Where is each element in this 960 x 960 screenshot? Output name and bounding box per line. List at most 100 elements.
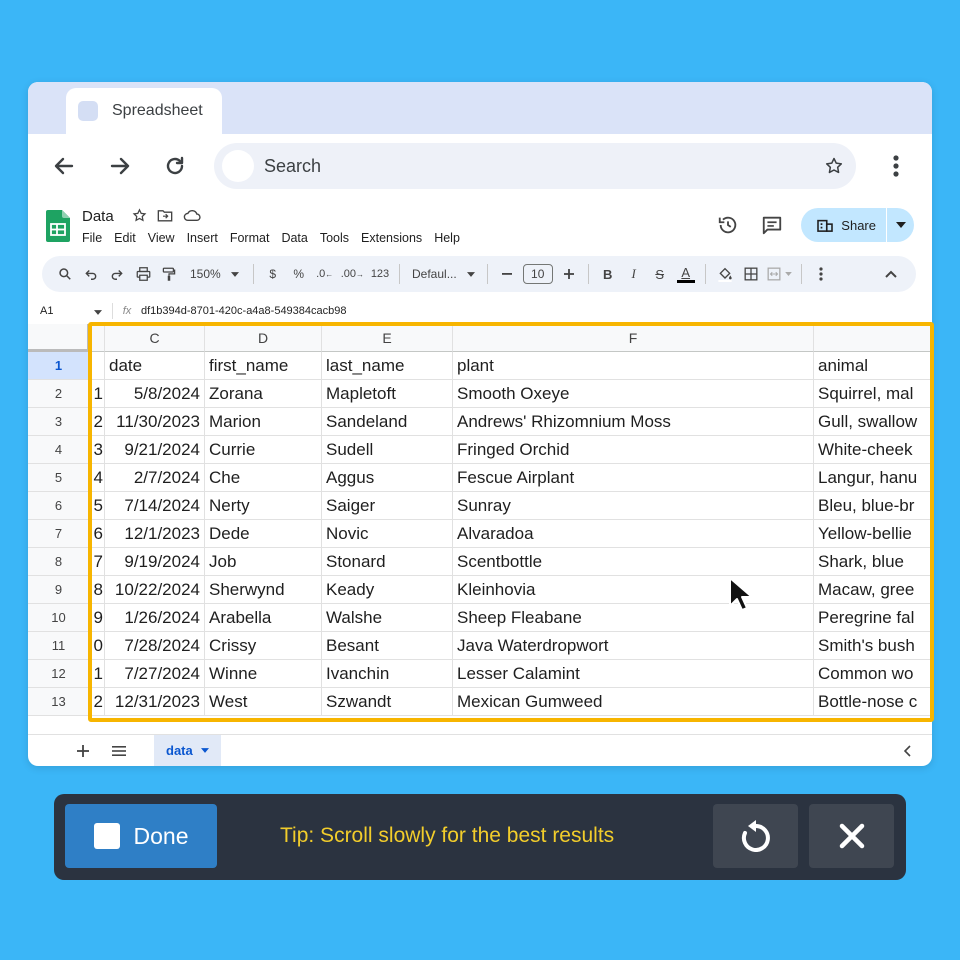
- text-color-button[interactable]: A: [673, 260, 699, 288]
- menu-file[interactable]: File: [82, 231, 102, 245]
- restart-icon: [741, 820, 770, 852]
- collapse-sidebar-icon[interactable]: [892, 744, 922, 757]
- increase-decimal-label: .00: [340, 268, 356, 280]
- menu-insert[interactable]: Insert: [187, 231, 218, 245]
- share-label: Share: [841, 217, 876, 233]
- search-menus-icon[interactable]: [52, 260, 78, 288]
- navigation-bar: Search: [28, 134, 932, 198]
- zoom-select[interactable]: 150%: [182, 260, 247, 288]
- menu-view[interactable]: View: [148, 231, 175, 245]
- tab-title: Spreadsheet: [112, 102, 203, 119]
- font-value: Defaul...: [412, 267, 457, 281]
- row-header[interactable]: 6: [28, 492, 90, 520]
- row-header[interactable]: 7: [28, 520, 90, 548]
- undo-icon[interactable]: [78, 260, 104, 288]
- merge-cells-icon[interactable]: [764, 260, 795, 288]
- done-button[interactable]: Done: [65, 804, 217, 868]
- tab-strip: Spreadsheet: [28, 82, 932, 134]
- row-header[interactable]: 3: [28, 408, 90, 436]
- more-options-icon[interactable]: [808, 260, 834, 288]
- selection-highlight: [88, 322, 934, 722]
- toolbar-divider: [399, 264, 400, 284]
- sheets-header: Data File Edit View Insert Format Data T…: [28, 198, 932, 254]
- address-bar[interactable]: Search: [214, 143, 856, 189]
- increase-decimal-button[interactable]: .00 →: [338, 260, 367, 288]
- increase-font-size-icon[interactable]: [556, 260, 582, 288]
- menu-format[interactable]: Format: [230, 231, 270, 245]
- comments-icon[interactable]: [757, 210, 787, 240]
- toolbar-divider: [587, 264, 589, 284]
- font-size-field[interactable]: 10: [520, 260, 556, 288]
- menu-bar: File Edit View Insert Format Data Tools …: [82, 231, 460, 245]
- zoom-dropdown-icon: [230, 271, 239, 277]
- row-header[interactable]: 2: [28, 380, 90, 408]
- sheets-logo-icon[interactable]: [46, 210, 70, 242]
- bold-button[interactable]: B: [595, 260, 621, 288]
- borders-icon[interactable]: [738, 260, 764, 288]
- decrease-font-size-icon[interactable]: [494, 260, 520, 288]
- formatting-toolbar: 150% $ % .0 ← .00 → 123 Defaul... 10 B I S…: [42, 256, 916, 292]
- name-box-dropdown-icon: [94, 310, 102, 315]
- bookmark-star-icon[interactable]: [816, 156, 852, 176]
- text-color-swatch: [676, 279, 695, 283]
- forward-icon[interactable]: [100, 146, 140, 186]
- row-header[interactable]: 1: [28, 352, 90, 380]
- sheet-tab-data[interactable]: data: [154, 734, 221, 766]
- menu-data[interactable]: Data: [281, 231, 307, 245]
- decrease-decimal-button[interactable]: .0 ←: [312, 260, 338, 288]
- font-dropdown-icon: [466, 271, 475, 277]
- percent-format-button[interactable]: %: [286, 260, 312, 288]
- document-title[interactable]: Data: [82, 208, 114, 225]
- restart-button[interactable]: [713, 804, 798, 868]
- toolbar-divider: [800, 264, 802, 284]
- select-all-corner[interactable]: [28, 324, 90, 352]
- fx-icon: fx: [122, 305, 132, 317]
- add-sheet-icon[interactable]: [68, 744, 98, 757]
- browser-tab[interactable]: Spreadsheet: [66, 88, 222, 134]
- row-header[interactable]: 10: [28, 604, 90, 632]
- font-size-value: 10: [522, 264, 553, 284]
- address-placeholder: Search: [264, 155, 322, 176]
- all-sheets-icon[interactable]: [104, 745, 134, 756]
- close-button[interactable]: [809, 804, 894, 868]
- fill-color-icon[interactable]: [712, 260, 738, 288]
- row-header[interactable]: 12: [28, 660, 90, 688]
- collapse-menus-icon[interactable]: [878, 260, 904, 288]
- browser-menu-icon[interactable]: [876, 146, 916, 186]
- share-dropdown-icon[interactable]: [886, 208, 914, 242]
- menu-edit[interactable]: Edit: [114, 231, 136, 245]
- print-icon[interactable]: [130, 260, 156, 288]
- row-header[interactable]: 4: [28, 436, 90, 464]
- menu-tools[interactable]: Tools: [320, 231, 349, 245]
- more-formats-button[interactable]: 123: [367, 260, 393, 288]
- move-folder-icon[interactable]: [157, 208, 173, 228]
- back-icon[interactable]: [44, 146, 84, 186]
- sheet-tab-dropdown-icon: [200, 748, 209, 753]
- share-button[interactable]: Share: [801, 208, 914, 242]
- reload-icon[interactable]: [155, 146, 195, 186]
- row-header[interactable]: 8: [28, 548, 90, 576]
- menu-help[interactable]: Help: [434, 231, 460, 245]
- done-label: Done: [133, 822, 189, 849]
- name-box[interactable]: A1: [28, 305, 112, 317]
- star-icon[interactable]: [132, 208, 147, 228]
- building-icon: [817, 219, 834, 232]
- italic-button[interactable]: I: [621, 260, 647, 288]
- cloud-status-icon[interactable]: [183, 208, 201, 228]
- currency-format-button[interactable]: $: [260, 260, 286, 288]
- row-header[interactable]: 9: [28, 576, 90, 604]
- paint-format-icon[interactable]: [156, 260, 182, 288]
- redo-icon[interactable]: [104, 260, 130, 288]
- text-color-label: A: [681, 264, 691, 280]
- menu-extensions[interactable]: Extensions: [361, 231, 422, 245]
- row-header[interactable]: 13: [28, 688, 90, 716]
- version-history-icon[interactable]: [713, 210, 743, 240]
- site-info-icon[interactable]: [222, 150, 254, 182]
- sheet-tabs-bar: data: [28, 734, 932, 766]
- row-header[interactable]: 5: [28, 464, 90, 492]
- stop-square-icon: [93, 823, 120, 849]
- row-header[interactable]: 11: [28, 632, 90, 660]
- strikethrough-button[interactable]: S: [647, 260, 673, 288]
- font-select[interactable]: Defaul...: [406, 260, 481, 288]
- formula-input[interactable]: df1b394d-8701-420c-a4a8-549384cacb98: [141, 305, 347, 317]
